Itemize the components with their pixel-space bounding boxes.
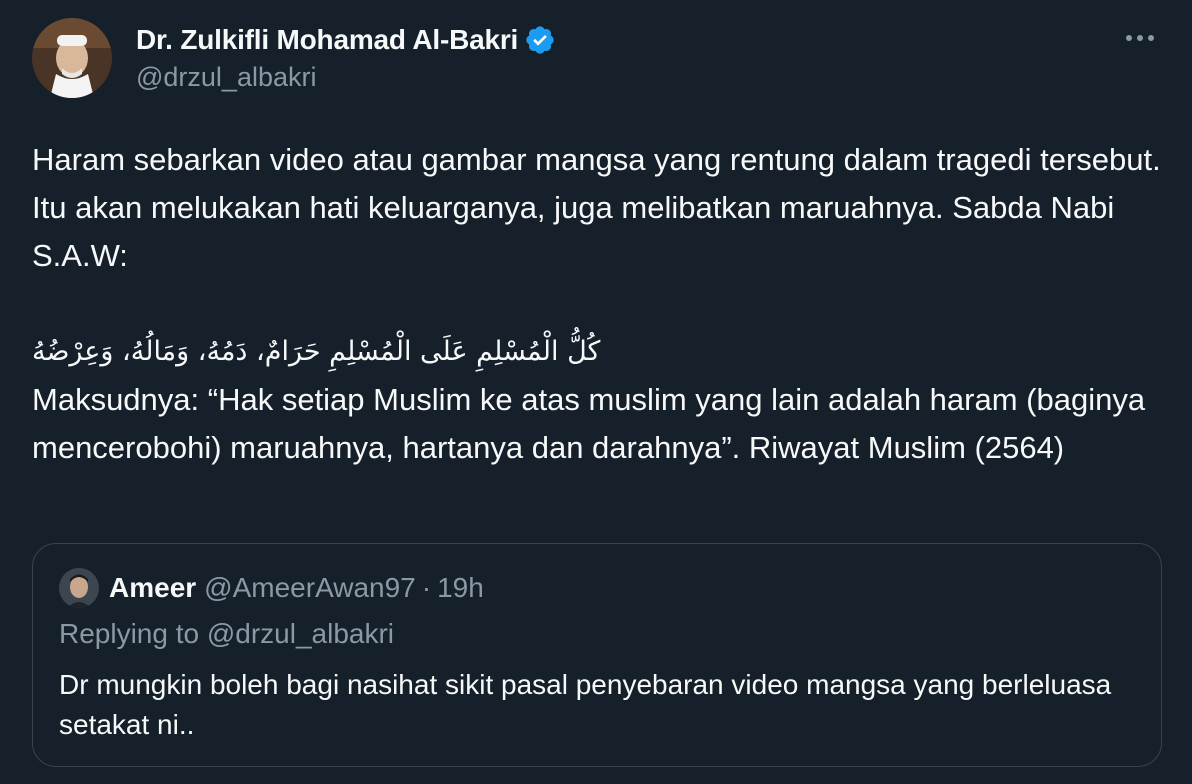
quoted-author-avatar[interactable] [59,568,99,608]
author-avatar[interactable] [32,18,112,98]
author-avatar-image [32,18,112,98]
more-horizontal-icon [1126,35,1154,41]
author-display-name[interactable]: Dr. Zulkifli Mohamad Al-Bakri [136,24,518,56]
author-handle[interactable]: @drzul_albakri [136,62,556,93]
tweet-card: Dr. Zulkifli Mohamad Al-Bakri @drzul_alb… [0,0,1192,784]
quoted-separator: · [421,572,432,603]
author-name-block: Dr. Zulkifli Mohamad Al-Bakri @drzul_alb… [136,20,556,93]
tweet-paragraph-2: Maksudnya: “Hak setiap Muslim ke atas mu… [32,382,1146,465]
quoted-author-name[interactable]: Ameer [109,572,196,604]
quoted-author-handle[interactable]: @AmeerAwan97 [204,572,416,604]
tweet-text: Haram sebarkan video atau gambar mangsa … [32,136,1162,472]
tweet-header: Dr. Zulkifli Mohamad Al-Bakri @drzul_alb… [32,16,1160,100]
quoted-tweet[interactable]: Ameer @AmeerAwan97 · 19h Replying to @dr… [32,543,1162,767]
quoted-tweet-header: Ameer @AmeerAwan97 · 19h [59,568,484,608]
quoted-tweet-text: Dr mungkin boleh bagi nasihat sikit pasa… [59,669,1112,740]
verified-badge-icon[interactable] [524,24,556,56]
quoted-avatar-image [59,568,99,608]
author-name-row: Dr. Zulkifli Mohamad Al-Bakri [136,20,556,60]
tweet-arabic-text: كُلُّ الْمُسْلِمِ عَلَى الْمُسْلِمِ حَرَ… [32,336,601,367]
more-options-button[interactable] [1120,18,1160,58]
quoted-timestamp[interactable]: 19h [437,572,484,604]
quoted-replying-to: Replying to @drzul_albakri [59,618,395,649]
tweet-paragraph-1: Haram sebarkan video atau gambar mangsa … [32,142,1161,273]
